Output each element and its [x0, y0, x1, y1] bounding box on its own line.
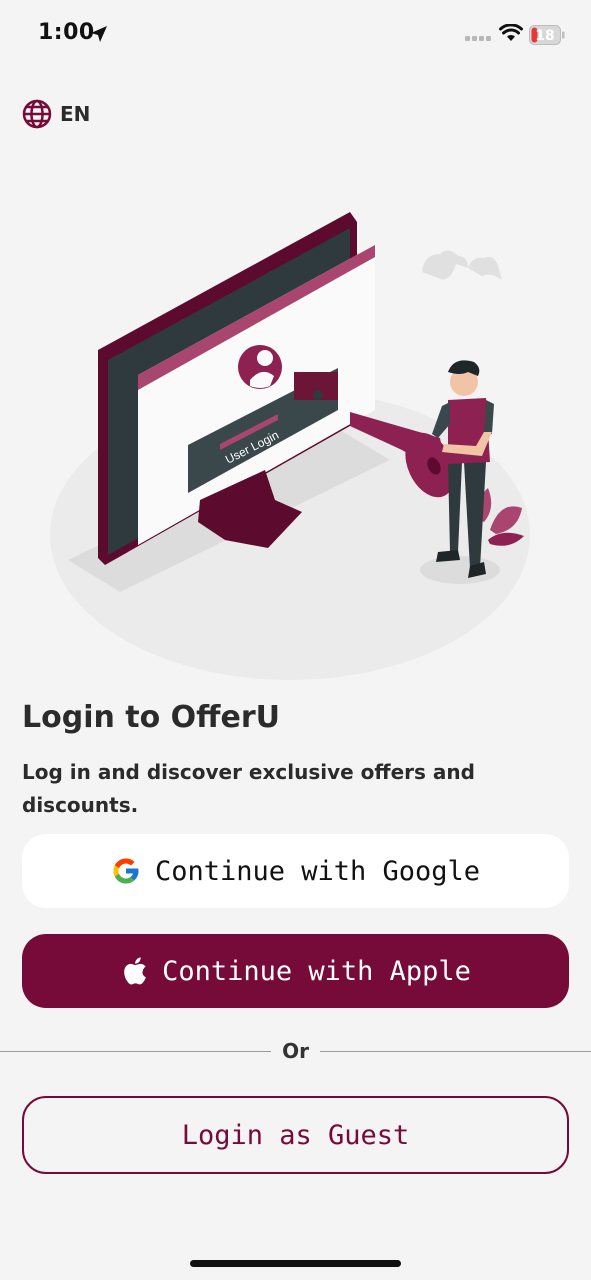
divider-left [0, 1051, 271, 1052]
battery-level: 18 [535, 28, 554, 44]
apple-logo-icon [124, 957, 146, 985]
page-subtitle: Log in and discover exclusive offers and… [22, 760, 475, 817]
continue-with-google-button[interactable]: Continue with Google [22, 834, 569, 908]
battery-icon: 18 [529, 25, 565, 45]
google-logo-icon [113, 858, 139, 884]
home-indicator [190, 1260, 401, 1267]
login-illustration: User Login [50, 212, 530, 680]
continue-with-apple-button[interactable]: Continue with Apple [22, 934, 569, 1008]
language-label: EN [60, 102, 91, 126]
guest-button-label: Login as Guest [181, 1119, 410, 1151]
location-arrow-icon [91, 26, 107, 42]
or-separator-label: Or [282, 1039, 309, 1063]
globe-icon [22, 99, 52, 129]
divider-right [320, 1051, 591, 1052]
apple-button-label: Continue with Apple [162, 955, 471, 987]
login-as-guest-button[interactable]: Login as Guest [22, 1096, 569, 1174]
google-button-label: Continue with Google [154, 855, 481, 887]
cellular-signal-icon [465, 36, 491, 41]
language-selector[interactable]: EN [22, 99, 90, 129]
status-time: 1:00 [38, 20, 95, 45]
page-title: Login to OfferU [22, 700, 280, 735]
wifi-icon [499, 24, 523, 41]
